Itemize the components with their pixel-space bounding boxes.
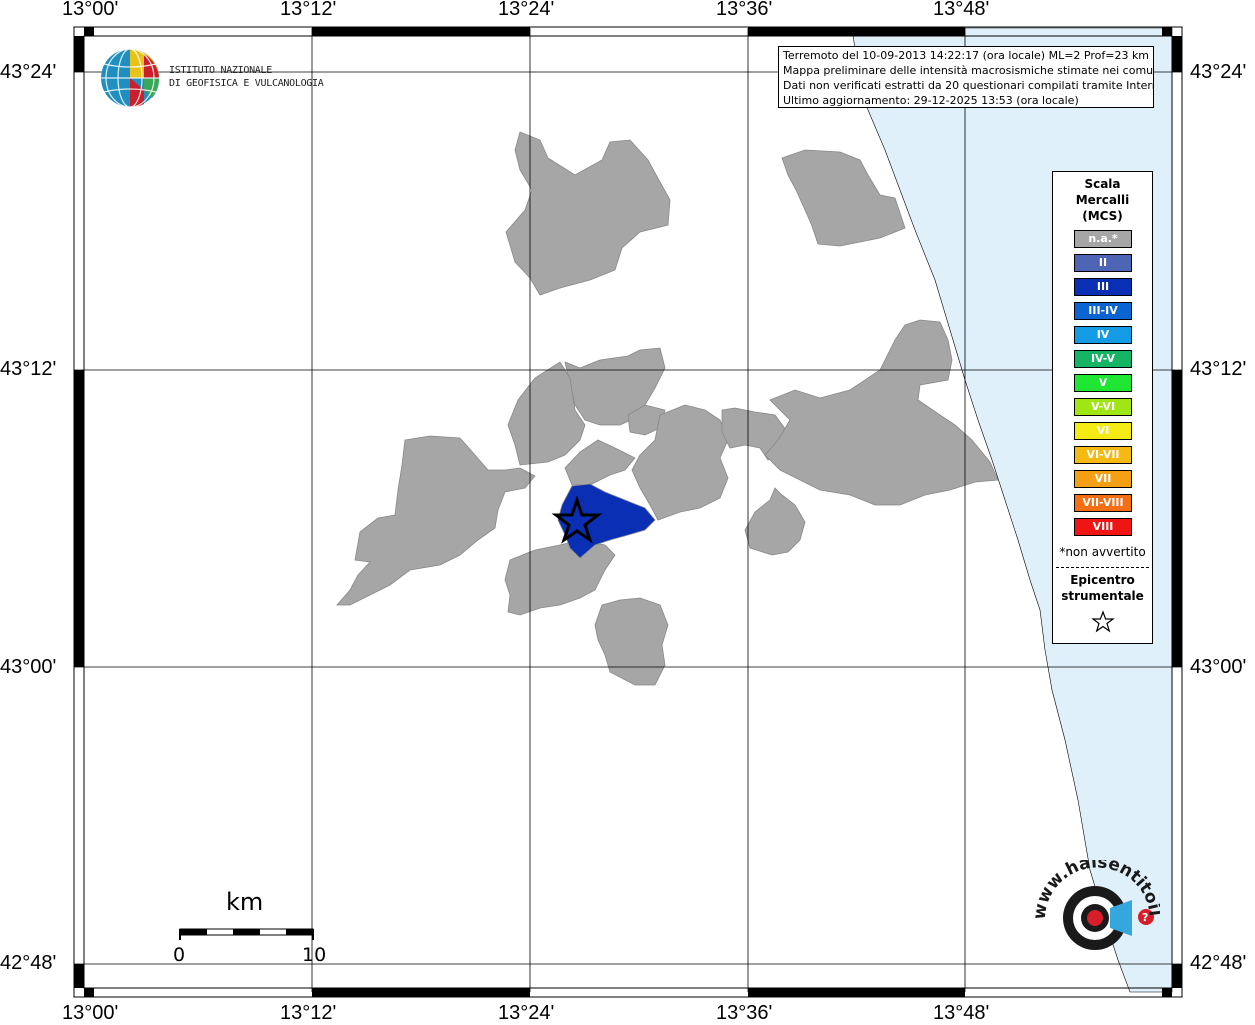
legend-epicenter-label: Epicentro strumentale	[1053, 572, 1152, 604]
legend-item: III	[1074, 278, 1132, 296]
municipality	[781, 149, 906, 247]
legend-item: III-IV	[1074, 302, 1132, 320]
lat-label: 43°00'	[0, 656, 57, 678]
event-info-box: Terremoto del 10-09-2013 14:22:17 (ora l…	[778, 46, 1154, 108]
lat-label: 43°00'	[1190, 656, 1247, 678]
municipality	[504, 539, 616, 616]
lon-label: 13°36'	[716, 0, 773, 20]
lon-label: 13°48'	[933, 0, 990, 20]
lat-label: 43°24'	[1190, 61, 1247, 83]
legend-title-line: (MCS)	[1082, 209, 1123, 223]
legend-item: VI	[1074, 422, 1132, 440]
epicenter-legend-star-icon	[1091, 610, 1115, 633]
lon-label: 13°36'	[716, 1002, 773, 1024]
legend-item: n.a.*	[1074, 230, 1132, 248]
info-line: Ultimo aggiornamento: 29-12-2025 13:53 (…	[783, 94, 1079, 107]
ingv-logo	[101, 48, 160, 108]
lon-label: 13°12'	[280, 0, 337, 20]
municipality	[564, 439, 636, 486]
lat-label: 43°24'	[0, 61, 57, 83]
municipalities	[336, 131, 999, 686]
legend-item: II	[1074, 254, 1132, 272]
municipality	[505, 131, 671, 296]
legend-epicenter-line: Epicentro	[1070, 573, 1135, 587]
legend-title: Scala Mercalli (MCS)	[1053, 176, 1152, 224]
lon-label: 13°00'	[62, 1002, 119, 1024]
scale-bar	[179, 928, 314, 940]
lat-label: 43°12'	[1190, 358, 1247, 380]
municipality	[744, 487, 806, 556]
scale-bar-unit: km	[226, 888, 264, 916]
lat-label: 42°48'	[0, 952, 57, 974]
lon-label: 13°24'	[498, 0, 555, 20]
scale-bar-start: 0	[173, 944, 186, 966]
lat-label: 43°12'	[0, 358, 57, 380]
lon-label: 13°48'	[933, 1002, 990, 1024]
scale-bar-end: 10	[302, 944, 327, 966]
legend-item: V-VI	[1074, 398, 1132, 416]
lat-label: 42°48'	[1190, 952, 1247, 974]
lon-label: 13°12'	[280, 1002, 337, 1024]
legend-item: V	[1074, 374, 1132, 392]
lon-label: 13°24'	[498, 1002, 555, 1024]
info-line: Dati non verificati estratti da 20 quest…	[783, 79, 1154, 92]
ingv-name: ISTITUTO NAZIONALE DI GEOFISICA E VULCAN…	[169, 64, 324, 90]
legend-item: VII	[1074, 470, 1132, 488]
lon-label: 13°00'	[62, 0, 119, 20]
legend-title-line: Scala	[1084, 177, 1121, 191]
legend-item: IV-V	[1074, 350, 1132, 368]
info-line: Mappa preliminare delle intensità macros…	[783, 64, 1154, 77]
legend-item: VI-VII	[1074, 446, 1132, 464]
mcs-legend: Scala Mercalli (MCS) n.a.* II III III-IV IV I…	[1052, 171, 1153, 644]
legend-item: VII-VIII	[1074, 494, 1132, 512]
legend-epicenter-line: strumentale	[1061, 589, 1144, 603]
ingv-name-line2: DI GEOFISICA E VULCANOLOGIA	[169, 78, 324, 89]
legend-note: *non avvertito	[1059, 545, 1146, 559]
legend-title-line: Mercalli	[1075, 193, 1130, 207]
legend-item: IV	[1074, 326, 1132, 344]
legend-item: VIII	[1074, 518, 1132, 536]
haisentitoilterremoto-logo: ? www.haisentitoilterremoto.it	[1030, 860, 1160, 950]
legend-separator	[1056, 567, 1149, 568]
ingv-name-line1: ISTITUTO NAZIONALE	[169, 65, 272, 76]
municipality	[594, 597, 669, 686]
info-line: Terremoto del 10-09-2013 14:22:17 (ora l…	[783, 49, 1150, 62]
